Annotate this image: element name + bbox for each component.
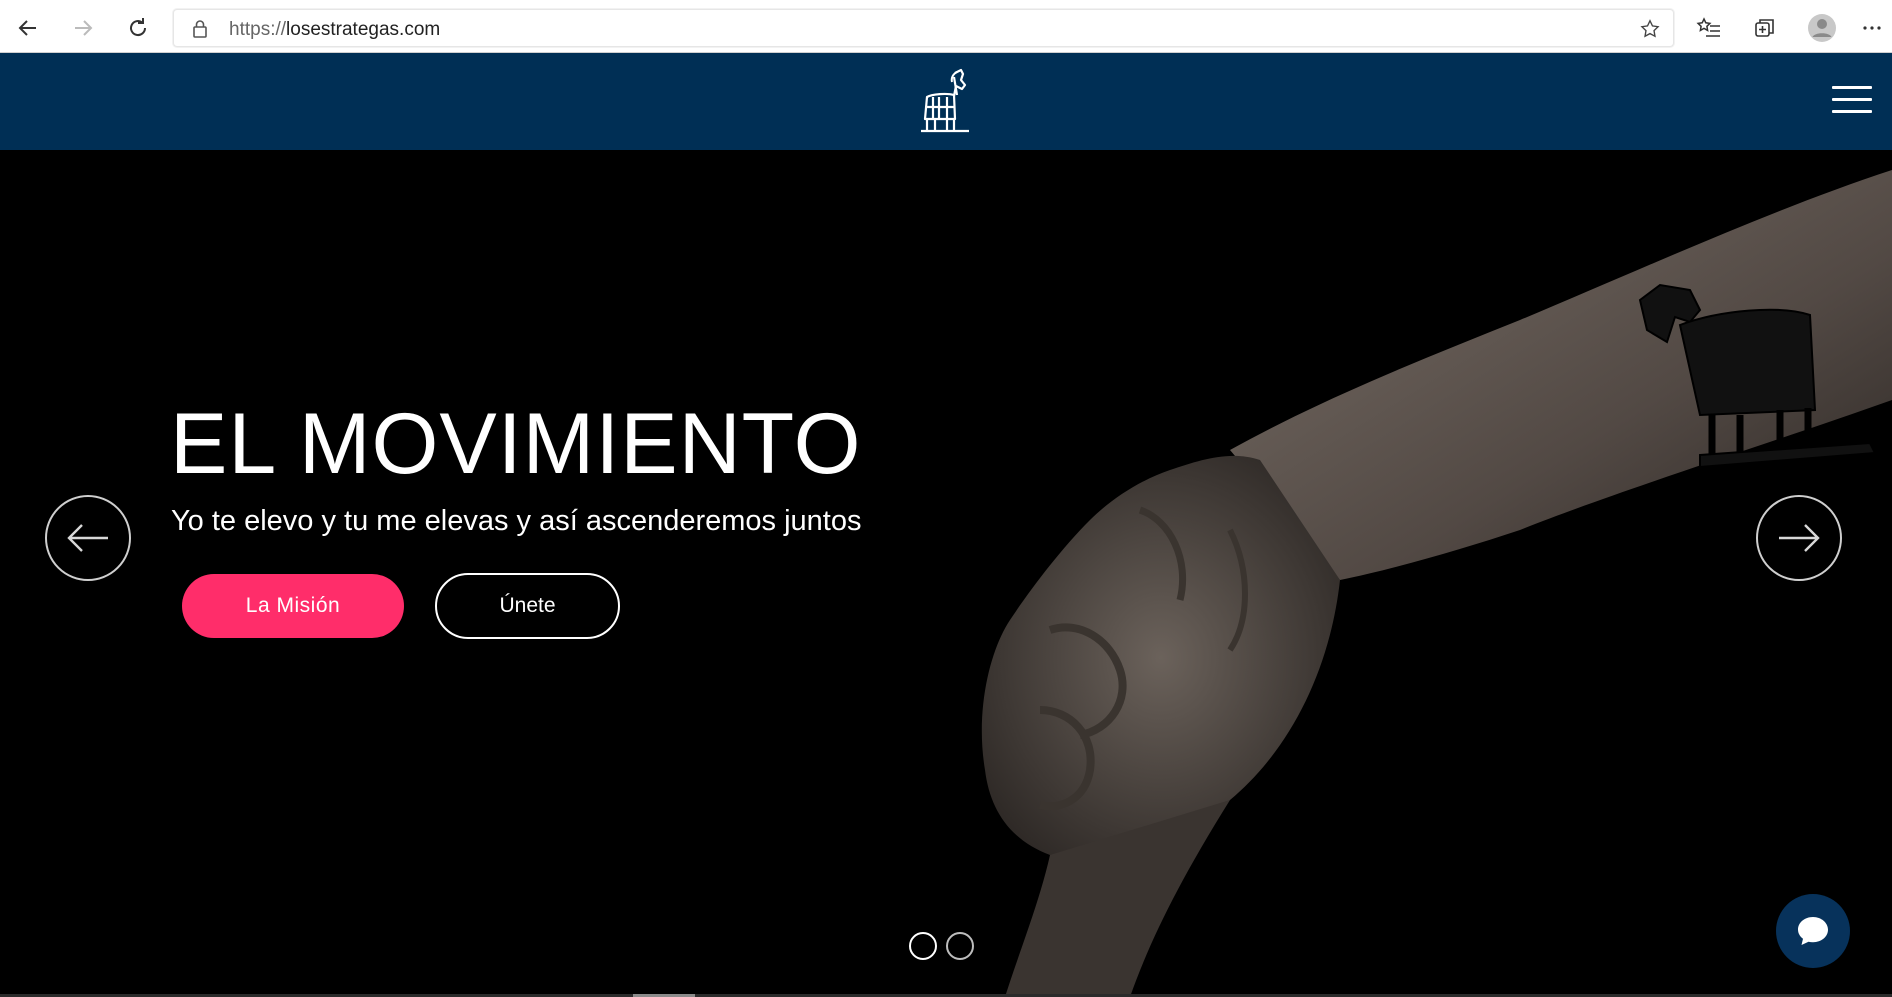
browser-toolbar: https://losestrategas.com — [0, 0, 1892, 53]
slider-dot-2[interactable] — [946, 932, 974, 960]
arrow-right-icon — [1779, 524, 1820, 552]
more-button[interactable] — [1852, 8, 1892, 48]
hamburger-menu-icon[interactable] — [1832, 86, 1872, 114]
slider-dot-1[interactable] — [909, 932, 937, 960]
chat-button[interactable] — [1776, 894, 1850, 968]
star-icon[interactable] — [1639, 18, 1661, 45]
forward-icon — [75, 20, 93, 36]
url-text: https://losestrategas.com — [229, 19, 440, 41]
arrow-left-icon — [67, 524, 108, 552]
collections-button[interactable] — [1745, 8, 1785, 48]
profile-button[interactable] — [1802, 8, 1842, 48]
url-host: losestrategas.com — [286, 19, 441, 40]
back-icon — [18, 20, 36, 36]
lock-icon — [192, 19, 208, 44]
profile-icon — [1808, 14, 1836, 42]
forward-button[interactable] — [63, 8, 103, 48]
favorites-button[interactable] — [1689, 8, 1729, 48]
slider-next-button[interactable] — [1756, 495, 1842, 581]
favorites-icon — [1696, 17, 1720, 37]
refresh-icon — [130, 18, 147, 37]
hero-subtitle: Yo te elevo y tu me elevas y así ascende… — [171, 505, 862, 537]
slider-prev-button[interactable] — [45, 495, 131, 581]
chat-bubble-icon — [1798, 917, 1828, 945]
slider-pagination — [909, 932, 974, 960]
collections-icon — [1755, 19, 1774, 37]
address-bar[interactable]: https://losestrategas.com — [173, 9, 1674, 47]
url-scheme: https:// — [229, 19, 287, 40]
hero-slider: EL MOVIMIENTO Yo te elevo y tu me elevas… — [0, 150, 1892, 997]
site-header — [0, 53, 1892, 150]
trojan-horse-logo-icon[interactable] — [915, 67, 975, 142]
more-icon — [1863, 26, 1881, 30]
la-mision-button[interactable]: La Misión — [182, 574, 404, 638]
unete-button[interactable]: Únete — [435, 573, 620, 639]
refresh-button[interactable] — [118, 8, 158, 48]
back-button[interactable] — [8, 8, 48, 48]
hero-title: EL MOVIMIENTO — [170, 396, 862, 492]
